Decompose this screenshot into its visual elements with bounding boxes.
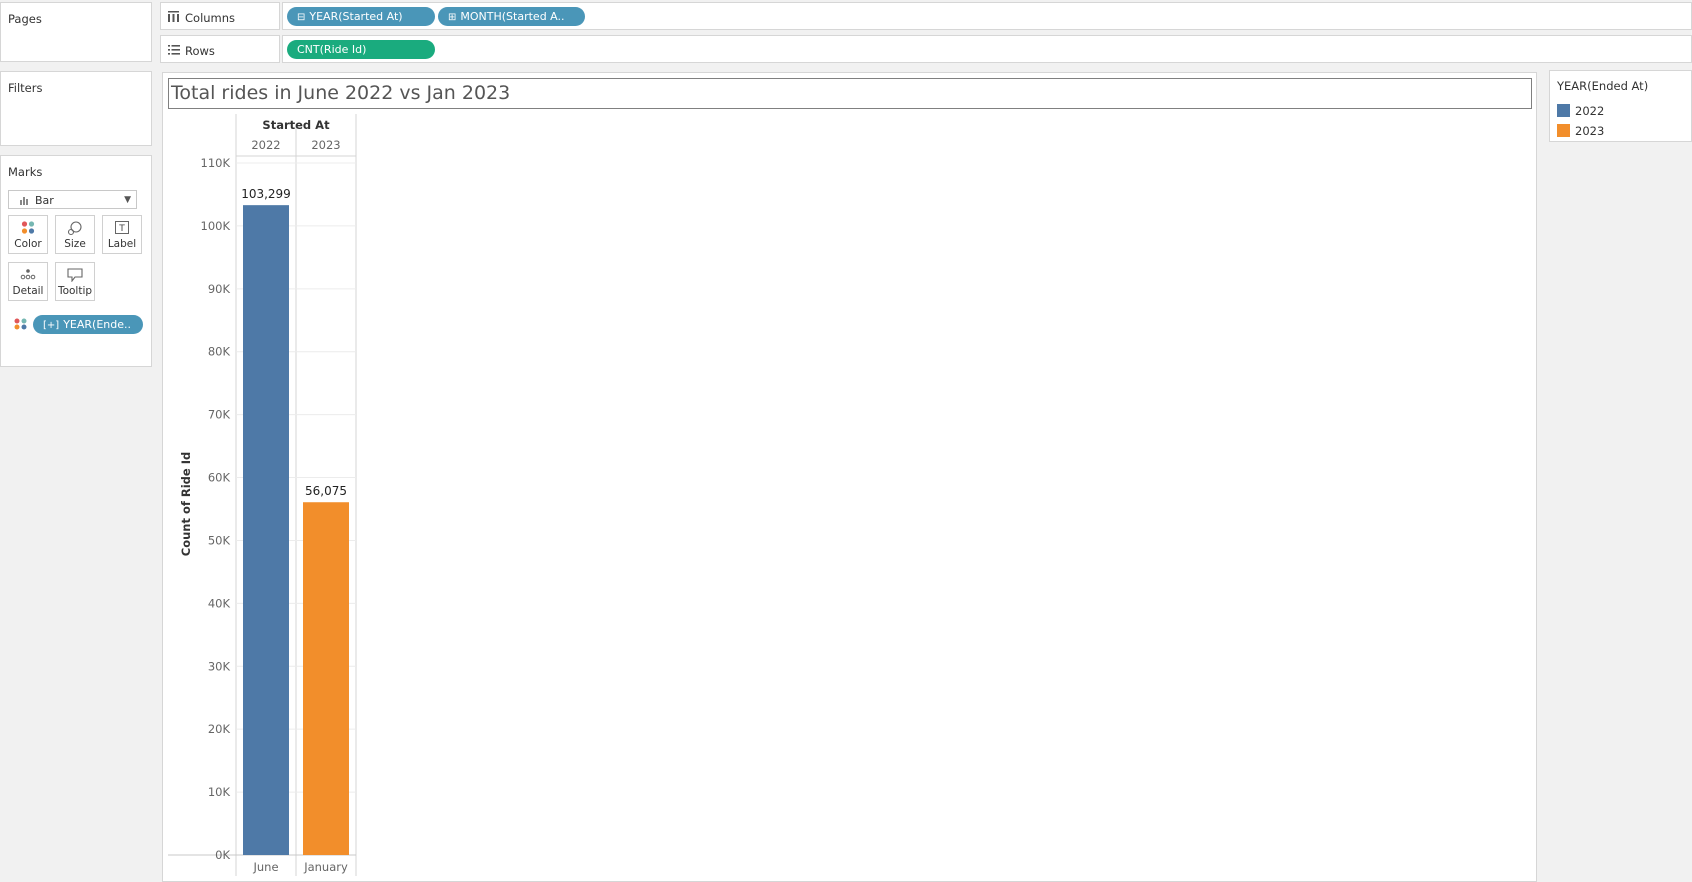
color-button[interactable]: Color [8, 215, 48, 254]
year-started-pill-text: YEAR(Started At) [309, 10, 403, 23]
svg-text:T: T [118, 224, 125, 234]
legend-label-2022: 2022 [1575, 104, 1605, 118]
color-encoding-icon [14, 318, 27, 333]
color-label: Color [14, 238, 42, 250]
detail-button[interactable]: Detail [8, 262, 48, 301]
legend-label-2023: 2023 [1575, 124, 1605, 138]
marks-card: Marks Bar ▼ Color Size T Label Detail To… [0, 155, 152, 367]
color-icon [9, 221, 47, 237]
month-started-pill[interactable]: ⊞ MONTH(Started A.. [438, 7, 585, 26]
legend-title: YEAR(Ended At) [1557, 79, 1649, 93]
cnt-ride-id-pill[interactable]: CNT(Ride Id) [287, 40, 435, 59]
size-label: Size [64, 238, 86, 250]
rows-label: Rows [185, 44, 215, 58]
columns-shelf[interactable]: ⊟ YEAR(Started At) ⊞ MONTH(Started A.. [282, 2, 1692, 30]
columns-icon [168, 11, 179, 25]
discrete-icon: [+] [43, 320, 60, 331]
detail-icon [9, 268, 47, 283]
pages-card[interactable]: Pages [0, 2, 152, 62]
rows-icon [168, 45, 180, 58]
color-field-pill[interactable]: [+] YEAR(Ende.. [33, 315, 143, 334]
filters-title: Filters [8, 81, 43, 95]
filters-card[interactable]: Filters [0, 71, 152, 146]
chevron-down-icon[interactable]: ▼ [124, 195, 131, 205]
label-label: Label [107, 238, 137, 250]
size-button[interactable]: Size [55, 215, 95, 254]
text-label-icon: T [103, 221, 141, 237]
mark-type-dropdown[interactable]: Bar ▼ [8, 190, 137, 209]
columns-shelf-label: Columns [160, 2, 280, 30]
rows-shelf[interactable]: CNT(Ride Id) [282, 35, 1692, 63]
color-legend[interactable]: YEAR(Ended At) 2022 2023 [1549, 70, 1692, 142]
legend-swatch-2022 [1557, 104, 1570, 117]
tooltip-icon [56, 268, 94, 285]
collapse-icon: ⊟ [297, 12, 306, 23]
bar-chart-icon [20, 195, 31, 208]
pages-title: Pages [8, 12, 42, 26]
year-started-pill[interactable]: ⊟ YEAR(Started At) [287, 7, 435, 26]
view-area [162, 72, 1537, 882]
label-button[interactable]: T Label [102, 215, 142, 254]
detail-label: Detail [12, 285, 44, 297]
chart-title: Total rides in June 2022 vs Jan 2023 [171, 82, 511, 104]
chart-title-box[interactable]: Total rides in June 2022 vs Jan 2023 [168, 78, 1532, 109]
expand-icon: ⊞ [448, 12, 457, 23]
cnt-ride-id-pill-text: CNT(Ride Id) [297, 43, 367, 56]
tooltip-label: Tooltip [57, 285, 93, 297]
legend-swatch-2023 [1557, 124, 1570, 137]
color-field-pill-text: YEAR(Ende.. [63, 318, 131, 331]
columns-label: Columns [185, 11, 236, 25]
tooltip-button[interactable]: Tooltip [55, 262, 95, 301]
size-icon [56, 221, 94, 239]
marks-title: Marks [8, 165, 43, 179]
month-started-pill-text: MONTH(Started A.. [460, 10, 565, 23]
mark-type-label: Bar [35, 194, 54, 207]
rows-shelf-label: Rows [160, 35, 280, 63]
